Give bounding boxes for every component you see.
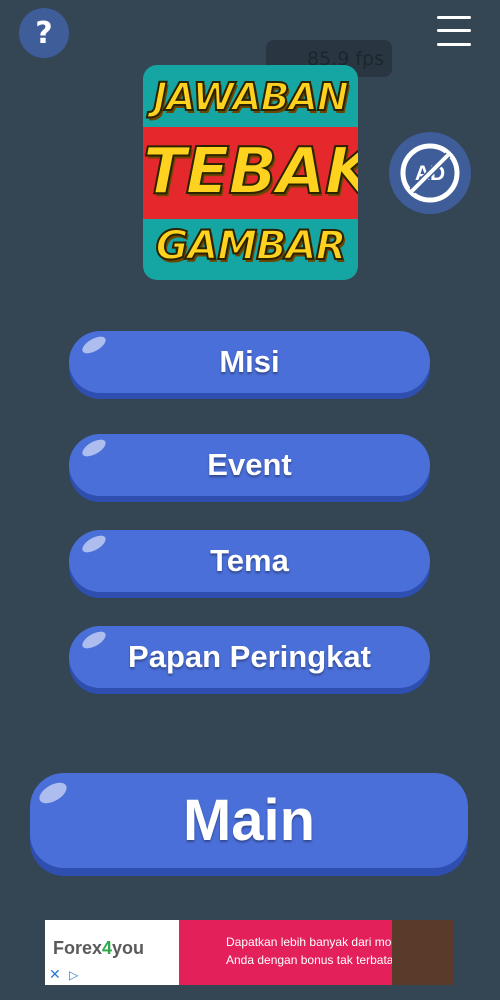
hamburger-menu-icon[interactable] [437,16,471,46]
misi-button[interactable]: Misi [69,331,430,393]
game-logo: JAWABAN TEBAK GAMBAR [143,65,358,280]
ad-brand-part2: 4 [102,938,113,958]
ad-brand-part3: you [112,938,145,958]
logo-line-1: JAWABAN [152,74,350,120]
ad-brand-part1: Forex [53,938,103,958]
papan-peringkat-button[interactable]: Papan Peringkat [69,626,430,688]
tema-button[interactable]: Tema [69,530,430,592]
main-play-button[interactable]: Main [30,773,468,868]
main-label: Main [182,788,316,853]
remove-ads-button[interactable]: AD [389,132,471,214]
misi-label: Misi [219,344,280,379]
help-button[interactable]: ? [19,8,69,58]
ad-brand-logo: Forex4you [53,938,144,959]
close-icon[interactable]: ✕ [49,966,61,983]
no-ads-icon: AD [400,143,460,203]
question-icon: ? [35,15,53,51]
ad-image [392,920,454,985]
event-label: Event [207,447,292,482]
ad-banner[interactable]: Forex4you Dapatkan lebih banyak dari mod… [45,920,454,985]
logo-line-3: GAMBAR [155,222,348,270]
logo-line-2: TEBAK [143,134,358,210]
event-button[interactable]: Event [69,434,430,496]
papan-peringkat-label: Papan Peringkat [128,639,371,674]
tema-label: Tema [210,543,289,578]
adchoices-icon[interactable]: ▷ [69,968,78,982]
